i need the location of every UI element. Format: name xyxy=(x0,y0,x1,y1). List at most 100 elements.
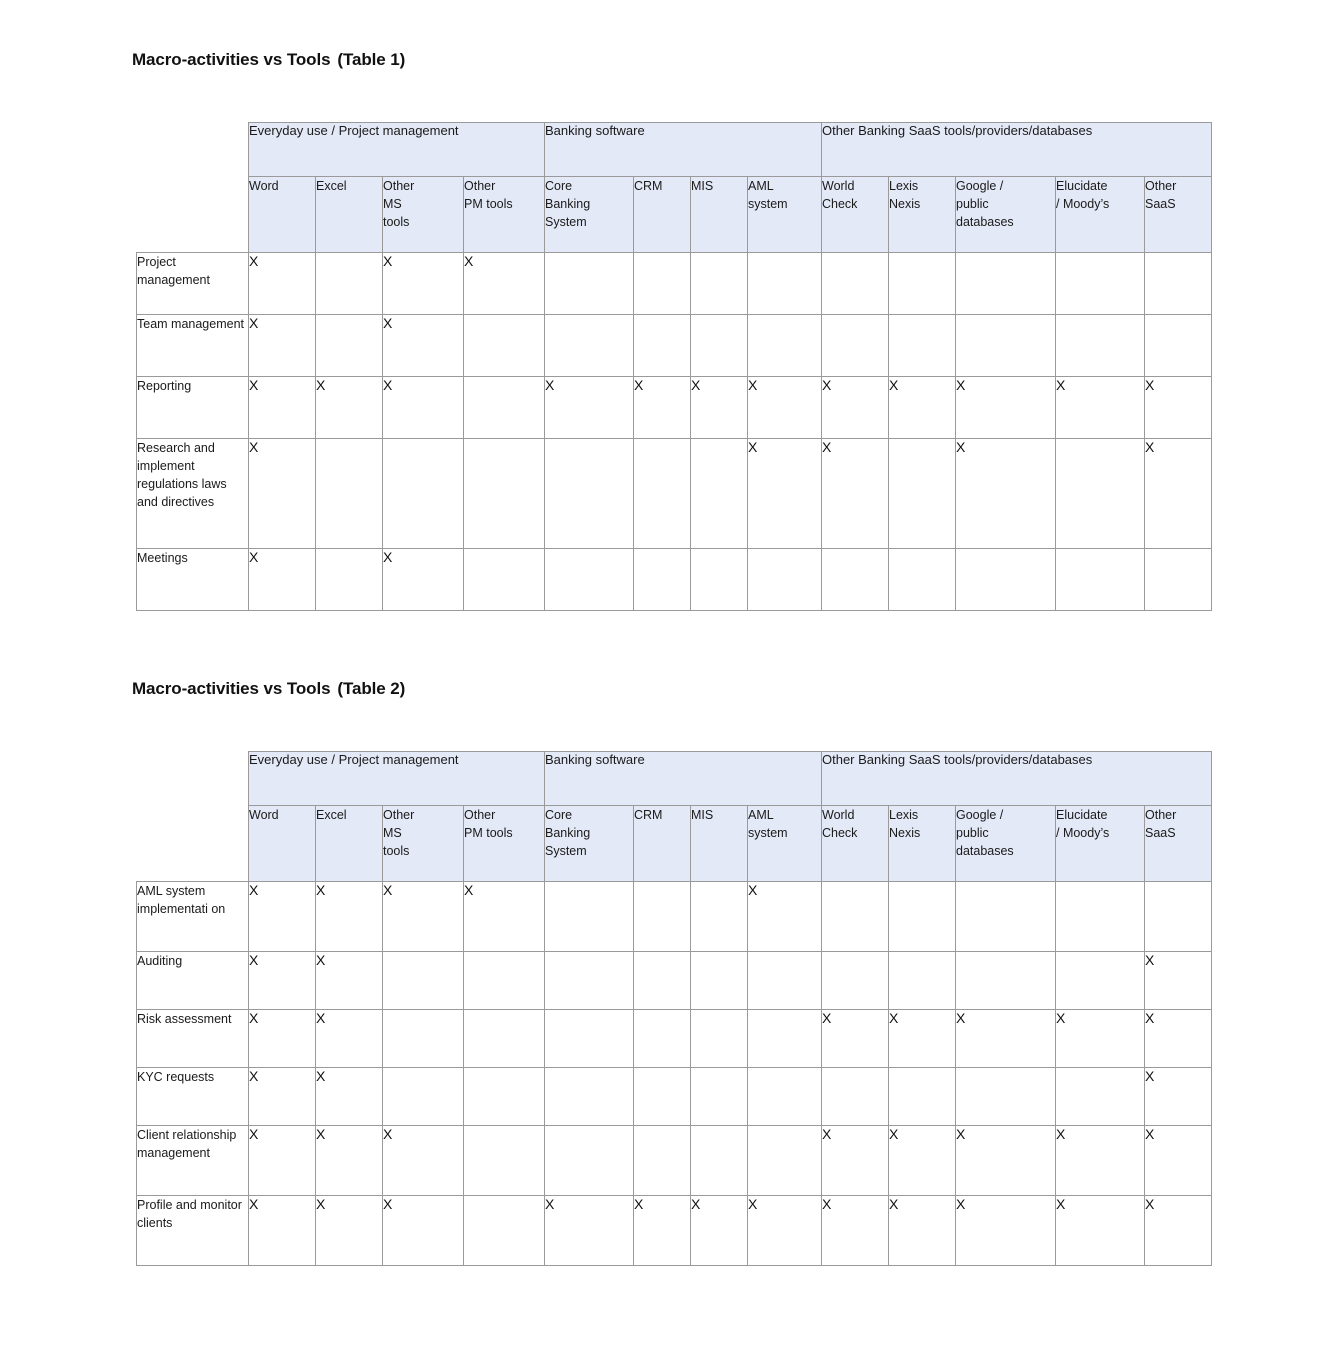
cell-project-management-aml-system xyxy=(747,252,822,315)
row-label-risk-assessment: Risk assessment xyxy=(136,1009,249,1068)
column-header-elucidate-moody-s: Elucidate / Moody’s xyxy=(1055,176,1145,253)
column-header-excel: Excel xyxy=(315,176,383,253)
row-label-client-relationship-management: Client relationship management xyxy=(136,1125,249,1196)
column-header-row: Word Excel Other MS tools Other PM tools Cor… xyxy=(137,176,1212,253)
cell-profile-and-monitor-clients-google-public-databases: X xyxy=(955,1195,1056,1266)
table-row: Client relationship management X X X X X X X X xyxy=(136,1125,1212,1196)
cell-kyc-requests-aml-system xyxy=(747,1067,822,1126)
cell-meetings-lexis-nexis xyxy=(888,548,956,611)
cell-client-relationship-management-other-saas: X xyxy=(1144,1125,1212,1196)
column-header-excel: Excel xyxy=(315,805,383,882)
row-label-team-management: Team management xyxy=(136,314,249,377)
cell-reporting-google-public-databases: X xyxy=(955,376,1056,439)
cell-auditing-core-banking-system xyxy=(544,951,634,1010)
cell-reporting-mis: X xyxy=(690,376,748,439)
cell-aml-system-implementati-on-other-ms-tools: X xyxy=(382,881,464,952)
cell-team-management-aml-system xyxy=(747,314,822,377)
cell-kyc-requests-excel: X xyxy=(315,1067,383,1126)
cell-client-relationship-management-word: X xyxy=(248,1125,316,1196)
cell-auditing-other-pm-tools xyxy=(463,951,545,1010)
cell-reporting-core-banking-system: X xyxy=(544,376,634,439)
cell-auditing-other-saas: X xyxy=(1144,951,1212,1010)
cell-team-management-world-check xyxy=(821,314,889,377)
cell-reporting-crm: X xyxy=(633,376,691,439)
cell-meetings-other-ms-tools: X xyxy=(382,548,464,611)
cell-research-and-implement-regulations-laws-and-dire-other-saas: X xyxy=(1144,438,1212,549)
cell-kyc-requests-other-ms-tools xyxy=(382,1067,464,1126)
row-label-project-management: Project management xyxy=(136,252,249,315)
cell-profile-and-monitor-clients-other-ms-tools: X xyxy=(382,1195,464,1266)
cell-team-management-elucidate-moody-s xyxy=(1055,314,1145,377)
column-header-other-pm-tools: Other PM tools xyxy=(463,176,545,253)
cell-meetings-aml-system xyxy=(747,548,822,611)
cell-aml-system-implementati-on-excel: X xyxy=(315,881,383,952)
macro-activities-tools-table-1: Everyday use / Project management Banking… xyxy=(136,122,1212,611)
cell-profile-and-monitor-clients-other-saas: X xyxy=(1144,1195,1212,1266)
cell-meetings-word: X xyxy=(248,548,316,611)
column-header-google-public-databases: Google / public databases xyxy=(955,805,1056,882)
table-section-1: Macro-activities vs Tools (Table 1) Every… xyxy=(0,0,1336,611)
group-header-other-banking-saas-tools-providers-databases: Other Banking SaaS tools/providers/datab… xyxy=(821,122,1212,177)
column-header-mis: MIS xyxy=(690,805,748,882)
cell-project-management-other-saas xyxy=(1144,252,1212,315)
cell-meetings-core-banking-system xyxy=(544,548,634,611)
column-header-word: Word xyxy=(248,805,316,882)
cell-meetings-google-public-databases xyxy=(955,548,1056,611)
cell-project-management-google-public-databases xyxy=(955,252,1056,315)
cell-profile-and-monitor-clients-excel: X xyxy=(315,1195,383,1266)
cell-project-management-mis xyxy=(690,252,748,315)
cell-reporting-other-saas: X xyxy=(1144,376,1212,439)
cell-risk-assessment-mis xyxy=(690,1009,748,1068)
cell-reporting-word: X xyxy=(248,376,316,439)
column-header-other-pm-tools: Other PM tools xyxy=(463,805,545,882)
table-row: Profile and monitor clients X X X X X X X X X X X X xyxy=(136,1195,1212,1266)
cell-auditing-excel: X xyxy=(315,951,383,1010)
cell-auditing-world-check xyxy=(821,951,889,1010)
cell-client-relationship-management-lexis-nexis: X xyxy=(888,1125,956,1196)
cell-client-relationship-management-other-ms-tools: X xyxy=(382,1125,464,1196)
cell-kyc-requests-crm xyxy=(633,1067,691,1126)
cell-aml-system-implementati-on-world-check xyxy=(821,881,889,952)
cell-kyc-requests-lexis-nexis xyxy=(888,1067,956,1126)
cell-reporting-lexis-nexis: X xyxy=(888,376,956,439)
cell-auditing-elucidate-moody-s xyxy=(1055,951,1145,1010)
column-header-word: Word xyxy=(248,176,316,253)
cell-client-relationship-management-mis xyxy=(690,1125,748,1196)
table-2-title-main: Macro-activities vs Tools xyxy=(132,679,331,698)
column-header-crm: CRM xyxy=(633,805,691,882)
cell-risk-assessment-core-banking-system xyxy=(544,1009,634,1068)
cell-client-relationship-management-google-public-databases: X xyxy=(955,1125,1056,1196)
table-row: Research and implement regulations laws … xyxy=(136,438,1212,549)
cell-aml-system-implementati-on-crm xyxy=(633,881,691,952)
cell-team-management-crm xyxy=(633,314,691,377)
cell-team-management-excel xyxy=(315,314,383,377)
cell-client-relationship-management-aml-system xyxy=(747,1125,822,1196)
row-label-aml-system-implementati-on: AML system implementati on xyxy=(136,881,249,952)
cell-team-management-lexis-nexis xyxy=(888,314,956,377)
row-label-meetings: Meetings xyxy=(136,548,249,611)
cell-team-management-google-public-databases xyxy=(955,314,1056,377)
cell-aml-system-implementati-on-core-banking-system xyxy=(544,881,634,952)
cell-reporting-excel: X xyxy=(315,376,383,439)
table-2-title-suffix: (Table 2) xyxy=(337,679,406,698)
column-header-mis: MIS xyxy=(690,176,748,253)
cell-meetings-other-pm-tools xyxy=(463,548,545,611)
cell-project-management-word: X xyxy=(248,252,316,315)
cell-meetings-elucidate-moody-s xyxy=(1055,548,1145,611)
cell-client-relationship-management-elucidate-moody-s: X xyxy=(1055,1125,1145,1196)
cell-reporting-other-ms-tools: X xyxy=(382,376,464,439)
column-header-lexis-nexis: Lexis Nexis xyxy=(888,805,956,882)
column-header-world-check: World Check xyxy=(821,805,889,882)
column-header-row: Word Excel Other MS tools Other PM tools Cor… xyxy=(137,805,1212,882)
table-row: Risk assessment X X X X X X X xyxy=(136,1009,1212,1068)
column-header-other-saas: Other SaaS xyxy=(1144,805,1212,882)
cell-team-management-other-pm-tools xyxy=(463,314,545,377)
cell-research-and-implement-regulations-laws-and-dire-word: X xyxy=(248,438,316,549)
cell-risk-assessment-lexis-nexis: X xyxy=(888,1009,956,1068)
cell-aml-system-implementati-on-lexis-nexis xyxy=(888,881,956,952)
cell-research-and-implement-regulations-laws-and-dire-other-pm-tools xyxy=(463,438,545,549)
table-row: Auditing X X X xyxy=(136,951,1212,1010)
table-1-title: Macro-activities vs Tools (Table 1) xyxy=(132,50,1336,70)
cell-risk-assessment-google-public-databases: X xyxy=(955,1009,1056,1068)
cell-auditing-crm xyxy=(633,951,691,1010)
